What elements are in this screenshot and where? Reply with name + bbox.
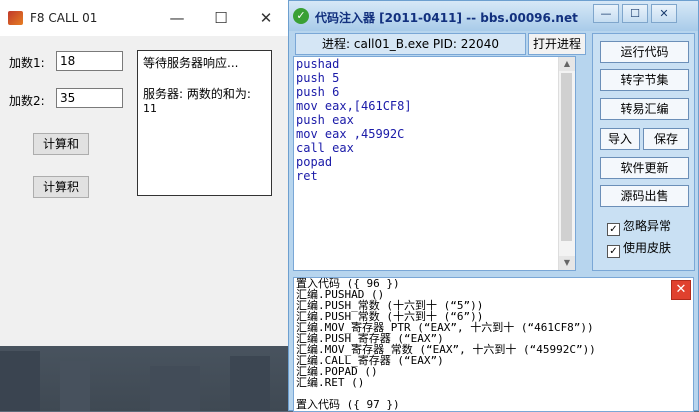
code-line: 置入代码 ({ 97 }) <box>296 398 400 411</box>
msg-line: 11 <box>143 102 157 115</box>
city-building <box>150 366 200 411</box>
checkmark-icon: ✓ <box>607 245 620 258</box>
maximize-icon[interactable]: ☐ <box>622 4 648 23</box>
window-title: F8 CALL 01 <box>30 11 98 25</box>
code-line: mov eax ,45992C <box>296 127 405 141</box>
process-info: 进程: call01_B.exe PID: 22040 <box>295 33 526 55</box>
scroll-down-icon[interactable]: ▼ <box>559 256 575 270</box>
to-bytes-button[interactable]: 转字节集 <box>600 69 689 91</box>
use-skin-checkbox[interactable]: ✓ 使用皮肤 <box>607 239 671 258</box>
addend1-input[interactable]: 18 <box>56 51 123 71</box>
minimize-icon[interactable]: — <box>593 4 619 23</box>
sell-source-button[interactable]: 源码出售 <box>600 185 689 207</box>
msg-line: 等待服务器响应... <box>143 56 239 70</box>
city-building <box>230 356 270 411</box>
calc-window: F8 CALL 01 — ☐ ✕ 加数1: 18 加数2: 35 计算和 计算积… <box>0 0 290 346</box>
open-process-button[interactable]: 打开进程 <box>528 33 586 55</box>
checkbox-label: 忽略异常 <box>623 219 672 233</box>
scroll-up-icon[interactable]: ▲ <box>559 57 575 71</box>
injector-titlebar[interactable]: ✓ 代码注入器 [2011-0411] -- bbs.00096.net — ☐… <box>289 1 698 31</box>
output-panel[interactable]: 置入代码 ({ 96 }) 汇编.PUSHAD () 汇编.PUSH_常数 (十六到… <box>293 277 694 412</box>
calc-titlebar[interactable]: F8 CALL 01 — ☐ ✕ <box>0 0 289 36</box>
addend1-label: 加数1: <box>9 56 45 70</box>
code-line: popad <box>296 155 333 169</box>
save-button[interactable]: 保存 <box>643 128 689 150</box>
addend2-input[interactable]: 35 <box>56 88 123 108</box>
code-line: 汇编.RET () <box>296 376 365 389</box>
code-line: push 5 <box>296 71 340 85</box>
scroll-thumb[interactable] <box>561 73 572 241</box>
code-line: call eax <box>296 141 354 155</box>
maximize-icon[interactable]: ☐ <box>210 8 232 28</box>
checkbox-label: 使用皮肤 <box>623 241 672 255</box>
side-panel: 运行代码 转字节集 转易汇编 导入 保存 软件更新 源码出售 ✓ 忽略异常 ✓ 使用… <box>592 33 695 271</box>
code-line: push 6 <box>296 85 340 99</box>
ignore-exception-checkbox[interactable]: ✓ 忽略异常 <box>607 217 671 236</box>
city-building <box>60 361 90 411</box>
window-title: 代码注入器 [2011-0411] -- bbs.00096.net <box>315 11 578 25</box>
city-building <box>0 351 40 411</box>
message-box: 等待服务器响应... 服务器: 两数的和为: 11 <box>137 50 272 196</box>
code-line: push eax <box>296 113 354 127</box>
close-icon[interactable]: ✕ <box>255 8 277 28</box>
calc-sum-button[interactable]: 计算和 <box>33 133 89 155</box>
output-lines: 置入代码 ({ 96 }) 汇编.PUSHAD () 汇编.PUSH_常数 (十六到… <box>296 278 596 410</box>
code-lines[interactable]: pushad push 5 push 6 mov eax,[461CF8] push e… <box>296 57 412 183</box>
run-code-button[interactable]: 运行代码 <box>600 41 689 63</box>
checkmark-icon: ✓ <box>607 223 620 236</box>
app-icon <box>8 11 23 25</box>
update-button[interactable]: 软件更新 <box>600 157 689 179</box>
close-output-icon[interactable]: ✕ <box>671 280 691 300</box>
code-line: ret <box>296 169 318 183</box>
code-scrollbar[interactable]: ▲ ▼ <box>558 57 575 270</box>
injector-window: ✓ 代码注入器 [2011-0411] -- bbs.00096.net — ☐… <box>288 0 699 412</box>
import-button[interactable]: 导入 <box>600 128 640 150</box>
to-easy-asm-button[interactable]: 转易汇编 <box>600 98 689 120</box>
msg-line: 服务器: 两数的和为: <box>143 87 251 101</box>
addend2-label: 加数2: <box>9 94 45 108</box>
check-logo-icon: ✓ <box>293 8 309 24</box>
minimize-icon[interactable]: — <box>166 8 188 28</box>
code-editor[interactable]: pushad push 5 push 6 mov eax,[461CF8] push e… <box>293 56 576 271</box>
calc-product-button[interactable]: 计算积 <box>33 176 89 198</box>
close-icon[interactable]: ✕ <box>651 4 677 23</box>
code-line: pushad <box>296 57 340 71</box>
code-line: mov eax,[461CF8] <box>296 99 412 113</box>
